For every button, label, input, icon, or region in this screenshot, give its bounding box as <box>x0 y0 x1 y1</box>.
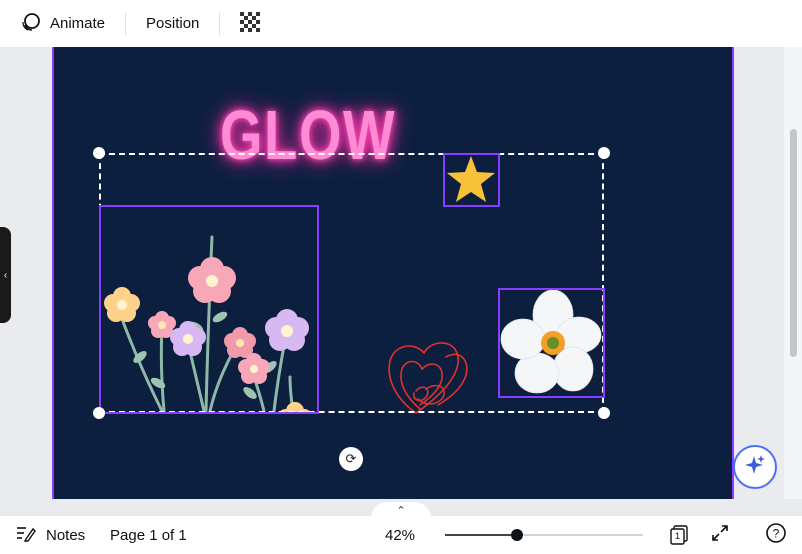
fullscreen-button[interactable] <box>708 516 732 554</box>
page-count-button[interactable]: 1 <box>668 516 690 554</box>
pages-icon: 1 <box>669 525 689 545</box>
zoom-percentage[interactable]: 42% <box>385 516 415 554</box>
sparkle-icon <box>744 454 766 481</box>
rotate-icon: ⟳ <box>345 451 357 466</box>
vertical-scrollbar-thumb[interactable] <box>790 129 797 357</box>
position-button[interactable]: Position <box>138 0 207 47</box>
flowers-selection-box <box>99 205 319 414</box>
notes-label: Notes <box>46 526 86 544</box>
resize-handle-top-right[interactable] <box>598 147 610 159</box>
chevron-left-icon: ‹ <box>3 269 8 281</box>
rotate-handle[interactable]: ⟳ <box>339 447 363 471</box>
svg-text:?: ? <box>773 526 780 540</box>
canvas-area: ‹ GLOW ⟳ <box>0 47 802 499</box>
help-icon: ? <box>765 522 787 549</box>
expand-icon <box>711 524 729 547</box>
animate-label: Animate <box>50 15 106 32</box>
resize-handle-bottom-right[interactable] <box>598 407 610 419</box>
notes-icon <box>16 524 36 546</box>
transparency-button[interactable] <box>232 0 268 47</box>
white-flower-selection-box <box>498 288 605 398</box>
resize-handle-top-left[interactable] <box>93 147 105 159</box>
animate-icon <box>20 11 42 37</box>
chevron-up-icon: ⌃ <box>396 504 406 517</box>
resize-handle-bottom-left[interactable] <box>93 407 105 419</box>
toolbar-divider <box>125 11 127 36</box>
toolbar-divider <box>219 11 221 36</box>
top-toolbar: Animate Position <box>0 0 802 47</box>
animate-button[interactable]: Animate <box>12 0 113 47</box>
magic-assistant-button[interactable] <box>733 445 777 489</box>
zoom-slider-knob[interactable] <box>511 529 524 541</box>
notes-button[interactable]: Notes <box>16 516 85 554</box>
transparency-icon <box>240 11 261 36</box>
position-label: Position <box>146 15 200 32</box>
help-button[interactable]: ? <box>764 516 788 554</box>
page-count-value: 1 <box>675 531 681 541</box>
page-indicator: Page 1 of 1 <box>110 526 187 544</box>
zoom-slider-fill <box>445 534 518 536</box>
side-panel-toggle[interactable]: ‹ <box>0 227 11 323</box>
star-selection-box <box>443 153 500 207</box>
bottom-bar: Notes Page 1 of 1 42% 1 ? <box>0 516 802 554</box>
